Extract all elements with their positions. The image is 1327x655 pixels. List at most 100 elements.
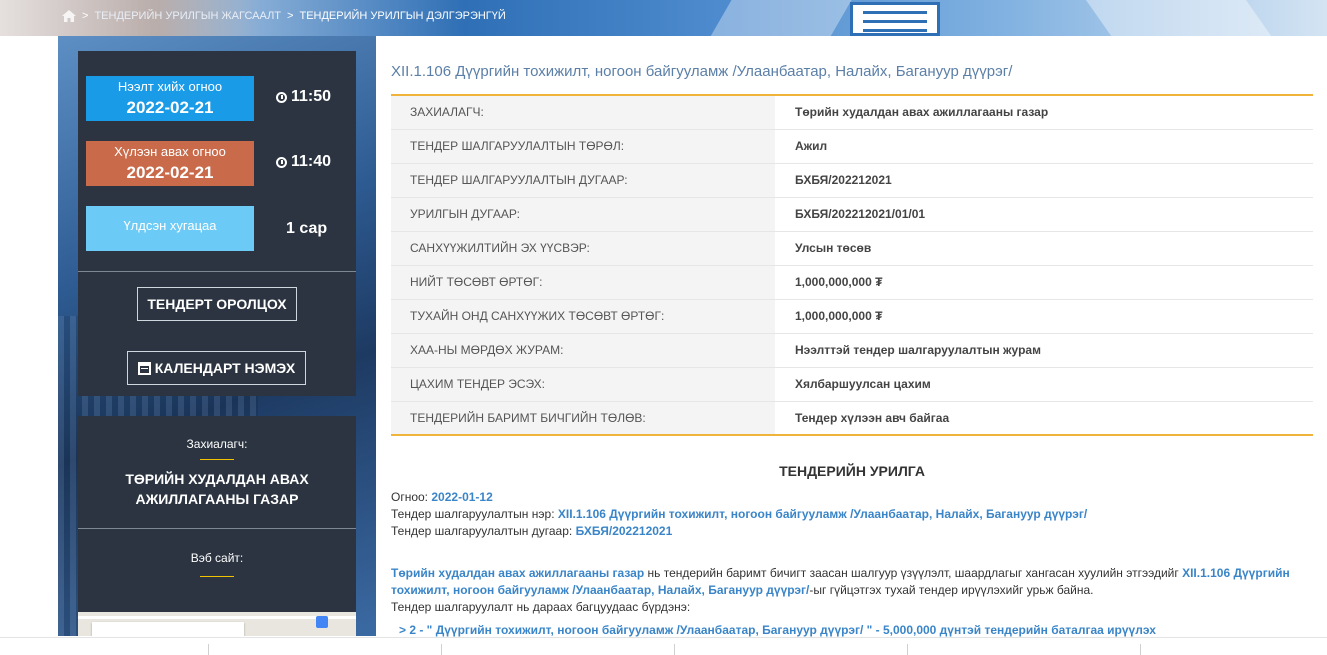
info-row: Нийт төсөвт өртөг: 1,000,000,000 ₮ — [391, 265, 1313, 300]
notice-number-value[interactable]: БХБЯ/202212021 — [576, 524, 673, 538]
tender-notice: Огноо: 2022-01-12 Тендер шалгаруулалтын … — [391, 489, 1313, 639]
info-value: 1,000,000,000 ₮ — [775, 265, 1313, 300]
info-key: Урилгын дугаар: — [391, 197, 775, 232]
map-road — [78, 616, 356, 619]
location-map[interactable] — [78, 612, 356, 636]
receive-time: 11:40 — [276, 153, 331, 171]
notice-packages-intro: Тендер шалгаруулалт нь дараах багцуудаас… — [391, 600, 691, 614]
breadcrumb-separator: > — [287, 10, 294, 22]
breadcrumb-tender-list-link[interactable]: ТЕНДЕРИЙН УРИЛГЫН ЖАГСААЛТ — [94, 10, 281, 22]
customer-name: ТӨРИЙН ХУДАЛДАН АВАХ АЖИЛЛАГААНЫ ГАЗАР — [125, 471, 309, 507]
duration-label: Үлдсэн хугацаа — [123, 218, 217, 233]
notice-number-line: Тендер шалгаруулалтын дугаар: БХБЯ/20221… — [391, 523, 1313, 540]
info-key: Захиалагч: — [391, 95, 775, 130]
open-time-value: 11:50 — [291, 88, 332, 105]
customer-panel: Захиалагч: ТӨРИЙН ХУДАЛДАН АВАХ АЖИЛЛАГА… — [78, 416, 356, 636]
bottom-bar-divider — [1140, 644, 1141, 655]
bottom-bar — [0, 637, 1327, 655]
notice-date-value: 2022-01-12 — [431, 490, 493, 504]
open-time: 11:50 — [276, 88, 331, 106]
divider — [78, 271, 356, 272]
breadcrumb-current: ТЕНДЕРИЙН УРИЛГЫН ДЭЛГЭРЭНГҮЙ — [299, 10, 506, 22]
receive-date-label: Хүлээн авах огноо — [114, 144, 226, 159]
info-key: Нийт төсөвт өртөг: — [391, 265, 775, 300]
clock-icon — [276, 91, 287, 103]
caption-underline — [200, 576, 234, 577]
customer-caption: Захиалагч: — [186, 437, 248, 451]
map-marker-icon[interactable] — [316, 616, 328, 628]
info-row: Тендер шалгаруулалтын төрөл: Ажил — [391, 129, 1313, 164]
home-icon[interactable] — [62, 10, 76, 22]
info-value: Ажил — [775, 129, 1313, 164]
info-value: 1,000,000,000 ₮ — [775, 299, 1313, 334]
calendar-icon — [137, 361, 151, 375]
info-value: Хялбаршуулсан цахим — [775, 367, 1313, 402]
bottom-bar-divider — [674, 644, 675, 655]
info-row: Урилгын дугаар: БХБЯ/202212021/01/01 — [391, 197, 1313, 232]
notice-title: ТЕНДЕРИЙН УРИЛГА — [779, 463, 925, 479]
page-title: XII.1.106 Дүүргийн тохижилт, ногоон байг… — [391, 63, 1013, 80]
info-key: ХАА-ны мөрдөх журам: — [391, 333, 775, 368]
divider — [78, 528, 356, 529]
receive-date-row: Хүлээн авах огноо 2022-02-21 11:40 — [86, 141, 356, 186]
info-key: Цахим тендер эсэх: — [391, 367, 775, 402]
open-date-value: 2022-02-21 — [126, 98, 214, 117]
info-key: Тухайн онд санхүүжих төсөвт өртөг: — [391, 299, 775, 334]
add-to-calendar-button[interactable]: КАЛЕНДАРТ НЭМЭХ — [127, 351, 306, 385]
bottom-bar-divider — [208, 644, 209, 655]
main-content: XII.1.106 Дүүргийн тохижилт, ногоон байг… — [391, 36, 1313, 639]
banner-shape — [1078, 0, 1282, 36]
tender-timing-panel: Нээлт хийх огноо 2022-02-21 11:50 Хүлээн… — [78, 51, 356, 396]
notice-name-line: Тендер шалгаруулалтын нэр: XII.1.106 Дүү… — [391, 506, 1313, 523]
banner-document-graphic — [850, 2, 940, 36]
website-caption: Вэб сайт: — [190, 551, 244, 565]
notice-name-label: Тендер шалгаруулалтын нэр: — [391, 507, 555, 521]
info-value: Тендер хүлээн авч байгаа — [795, 410, 950, 425]
add-to-calendar-label: КАЛЕНДАРТ НЭМЭХ — [154, 360, 296, 376]
info-key: Тендер шалгаруулалтын төрөл: — [391, 129, 775, 164]
info-value: БХБЯ/202212021 — [775, 163, 1313, 198]
notice-name-value[interactable]: XII.1.106 Дүүргийн тохижилт, ногоон байг… — [558, 507, 1087, 521]
info-row: Санхүүжилтийн эх үүсвэр: Улсын төсөв — [391, 231, 1313, 266]
info-row: Тендерийн баримт бичгийн төлөв: Тендер хү… — [391, 401, 1313, 435]
duration-box: Үлдсэн хугацаа — [86, 206, 254, 251]
info-row: Цахим тендер эсэх: Хялбаршуулсан цахим — [391, 367, 1313, 402]
breadcrumb-separator: > — [82, 10, 89, 22]
notice-customer-link[interactable]: Төрийн худалдан авах ажиллагааны газар — [391, 566, 644, 580]
open-date-label: Нээлт хийх огноо — [117, 79, 223, 94]
notice-date-label: Огноо: — [391, 490, 429, 504]
info-row: Тендер шалгаруулалтын дугаар: БХБЯ/202212… — [391, 163, 1313, 198]
info-value: Нээлттэй тендер шалгаруулалтын журам — [775, 333, 1313, 368]
duration-value: 1 сар — [286, 220, 328, 237]
info-value: Төрийн худалдан авах ажиллагааны газар — [775, 95, 1313, 130]
participate-tender-button[interactable]: ТЕНДЕРТ ОРОЛЦОХ — [137, 287, 297, 321]
receive-time-value: 11:40 — [291, 153, 332, 170]
breadcrumb: > ТЕНДЕРИЙН УРИЛГЫН ЖАГСААЛТ > ТЕНДЕРИЙН… — [62, 10, 506, 22]
banner-shape — [702, 0, 858, 36]
receive-date-value: 2022-02-21 — [126, 163, 214, 182]
notice-number-label: Тендер шалгаруулалтын дугаар: — [391, 524, 573, 538]
open-date-box: Нээлт хийх огноо 2022-02-21 — [86, 76, 254, 121]
open-date-row: Нээлт хийх огноо 2022-02-21 11:50 — [86, 76, 356, 121]
tender-info-table: Захиалагч: Төрийн худалдан авах ажиллагаа… — [391, 94, 1313, 436]
bottom-bar-divider — [907, 644, 908, 655]
receive-date-box: Хүлээн авах огноо 2022-02-21 — [86, 141, 254, 186]
notice-text: -ыг гүйцэтгэх тухай тендер ирүүлэхийг ур… — [809, 583, 1094, 597]
info-row: Захиалагч: Төрийн худалдан авах ажиллагаа… — [391, 95, 1313, 130]
caption-underline — [200, 459, 234, 460]
info-value: БХБЯ/202212021/01/01 — [775, 197, 1313, 232]
sidebar: Нээлт хийх огноо 2022-02-21 11:50 Хүлээн… — [58, 36, 376, 636]
bottom-bar-divider — [441, 644, 442, 655]
info-key: Санхүүжилтийн эх үүсвэр: — [391, 231, 775, 266]
notice-date-line: Огноо: 2022-01-12 — [391, 489, 1313, 506]
map-info-card[interactable] — [92, 622, 244, 636]
info-row: Тухайн онд санхүүжих төсөвт өртөг: 1,000,… — [391, 299, 1313, 334]
info-key: Тендер шалгаруулалтын дугаар: — [391, 163, 775, 198]
info-row: ХАА-ны мөрдөх журам: Нээлттэй тендер шалг… — [391, 333, 1313, 368]
clock-icon — [276, 156, 287, 168]
header-banner: > ТЕНДЕРИЙН УРИЛГЫН ЖАГСААЛТ > ТЕНДЕРИЙН… — [0, 0, 1327, 36]
notice-paragraph: Төрийн худалдан авах ажиллагааны газар н… — [391, 565, 1313, 599]
duration-row: Үлдсэн хугацаа 1 сар — [86, 206, 356, 251]
info-value: Улсын төсөв — [775, 231, 1313, 266]
